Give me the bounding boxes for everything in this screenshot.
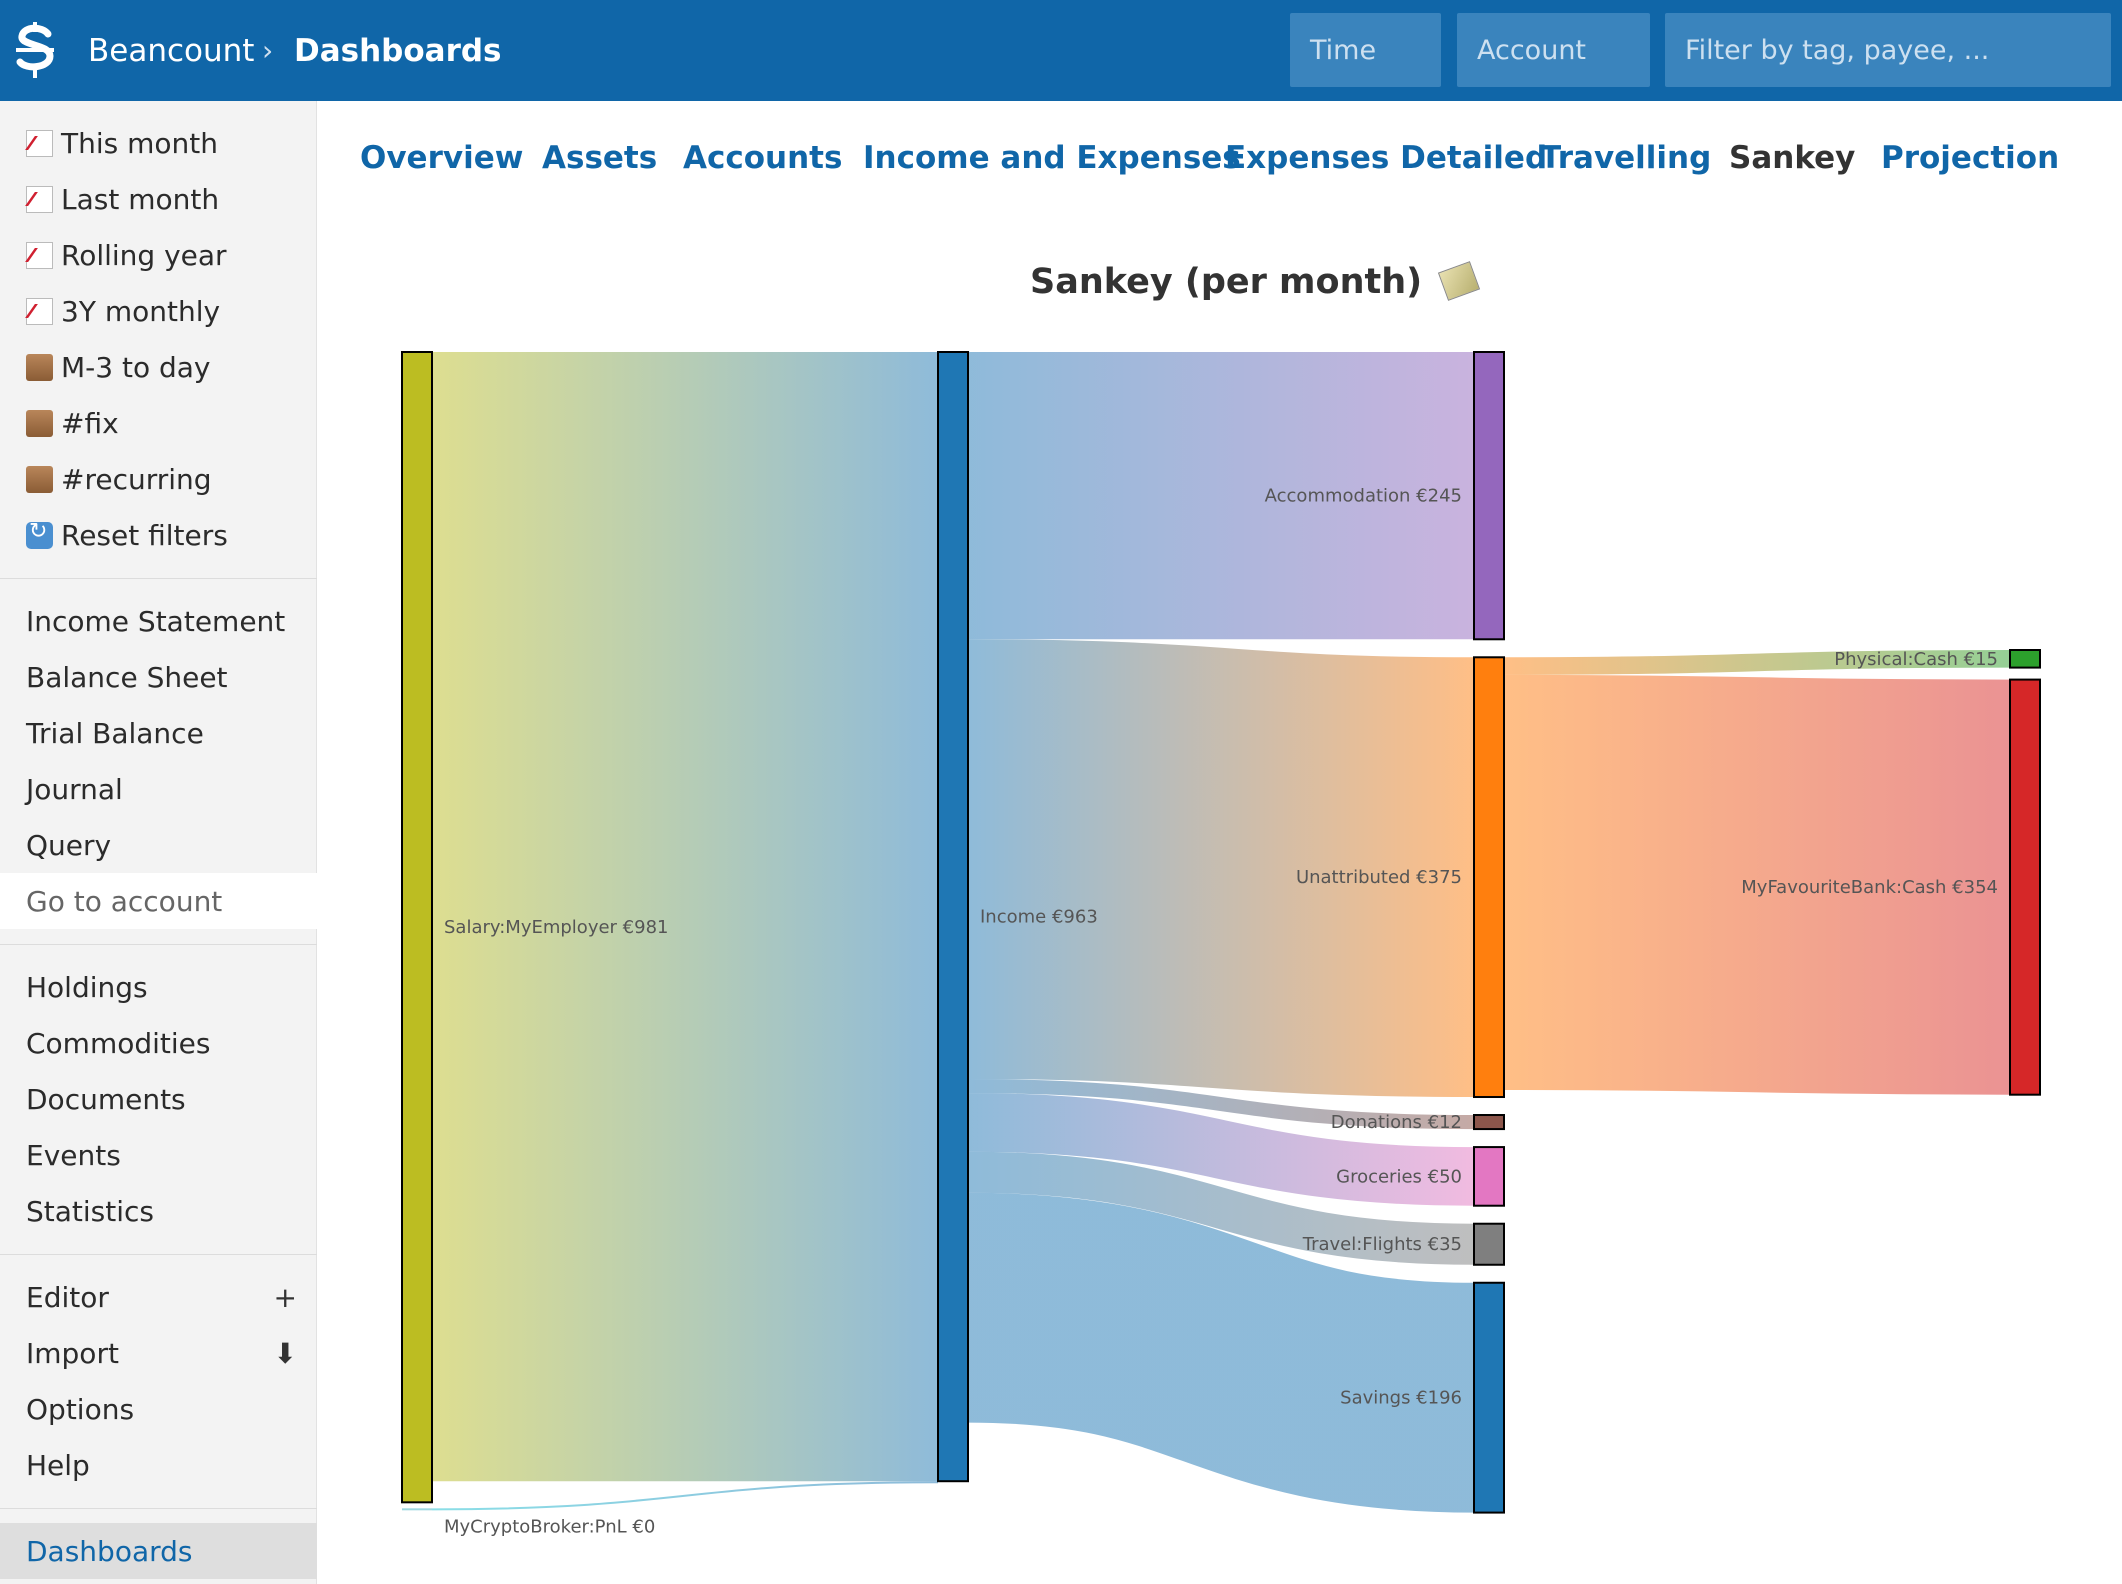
sankey-node-label: Savings €196 bbox=[1340, 1388, 1462, 1409]
sankey-node-income[interactable] bbox=[937, 351, 969, 1483]
sankey-node-label: Salary:MyEmployer €981 bbox=[444, 917, 668, 938]
sankey-node-crypto[interactable] bbox=[402, 1508, 432, 1511]
sankey-node-label: Unattributed €375 bbox=[1296, 867, 1462, 888]
sankey-node-label: Donations €12 bbox=[1331, 1112, 1462, 1133]
sankey-node-label: Travel:Flights €35 bbox=[1302, 1234, 1462, 1255]
sankey-node-accommodation[interactable] bbox=[1473, 351, 1505, 641]
sankey-chart: Salary:MyEmployer €981 MyCryptoBroker:PnL… bbox=[401, 351, 2041, 1537]
sankey-node-label: MyCryptoBroker:PnL €0 bbox=[444, 1516, 655, 1537]
sankey-node-savings[interactable] bbox=[1473, 1281, 1505, 1514]
sankey-links bbox=[431, 351, 2011, 1513]
sankey-node-salary[interactable] bbox=[401, 351, 433, 1504]
sankey-link-crypto-income[interactable] bbox=[431, 1481, 939, 1511]
sankey-node-label: Accommodation €245 bbox=[1265, 486, 1462, 507]
sankey-link-income-savings[interactable] bbox=[967, 1192, 1475, 1513]
sankey-node-physcash[interactable] bbox=[2009, 649, 2041, 669]
sankey-node-label: MyFavouriteBank:Cash €354 bbox=[1741, 877, 1998, 898]
sankey-node-label: Physical:Cash €15 bbox=[1834, 649, 1998, 670]
sankey-node-donations[interactable] bbox=[1473, 1114, 1505, 1131]
sankey-node-label: Groceries €50 bbox=[1336, 1166, 1462, 1187]
sankey-node-label: Income €963 bbox=[980, 907, 1098, 928]
sankey-node-flights[interactable] bbox=[1473, 1222, 1505, 1266]
sankey-node-bank[interactable] bbox=[2009, 678, 2041, 1096]
sankey-node-unattributed[interactable] bbox=[1473, 656, 1505, 1099]
sankey-node-groceries[interactable] bbox=[1473, 1146, 1505, 1207]
